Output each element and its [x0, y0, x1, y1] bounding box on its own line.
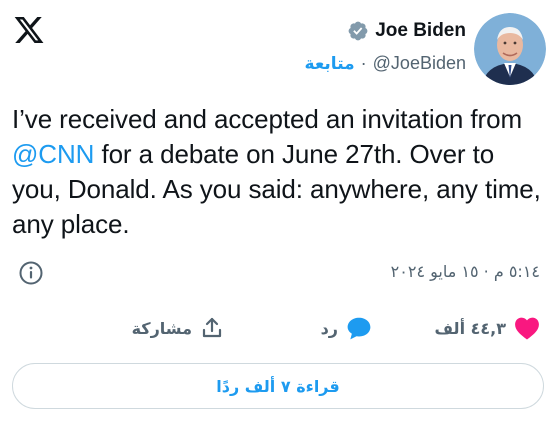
x-logo-icon[interactable]: [12, 14, 46, 46]
read-replies-button[interactable]: قراءة ٧ ألف ردًا: [12, 363, 544, 409]
tweet-card: Joe Biden متابعة · @JoeBiden I’ve receiv…: [0, 0, 560, 426]
reply-button[interactable]: رد: [321, 316, 372, 340]
reply-bubble-icon: [347, 317, 371, 340]
share-label: مشاركة: [131, 318, 192, 338]
tweet-actions: ٤٤,٣ ألف رد مشاركة: [0, 316, 560, 350]
heart-icon: [515, 317, 539, 340]
author-name-row[interactable]: Joe Biden: [347, 20, 466, 42]
follow-button[interactable]: متابعة: [305, 54, 355, 74]
likes-count: ٤٤,٣ ألف: [434, 318, 507, 338]
share-button[interactable]: مشاركة: [132, 316, 224, 340]
reply-label: رد: [320, 318, 338, 338]
mention-link[interactable]: @CNN: [12, 139, 94, 169]
verified-badge-icon: [348, 21, 368, 41]
tweet-timestamp[interactable]: ٥:١٤ م · ١٥ مايو ٢٠٢٤: [391, 262, 540, 281]
author-handle[interactable]: @JoeBiden: [373, 53, 466, 74]
author-handle-row: متابعة · @JoeBiden: [305, 53, 466, 74]
read-replies-label: قراءة ٧ ألف ردًا: [216, 376, 340, 396]
info-icon[interactable]: [18, 260, 44, 286]
share-icon: [202, 317, 222, 338]
like-button[interactable]: ٤٤,٣ ألف: [435, 316, 541, 340]
avatar-image: [474, 13, 546, 85]
avatar[interactable]: [474, 13, 546, 85]
author-display-name: Joe Biden: [375, 20, 466, 41]
tweet-text-part: I’ve received and accepted an invitation…: [12, 104, 523, 134]
separator-dot: ·: [360, 53, 367, 73]
tweet-text: I’ve received and accepted an invitation…: [12, 102, 548, 242]
